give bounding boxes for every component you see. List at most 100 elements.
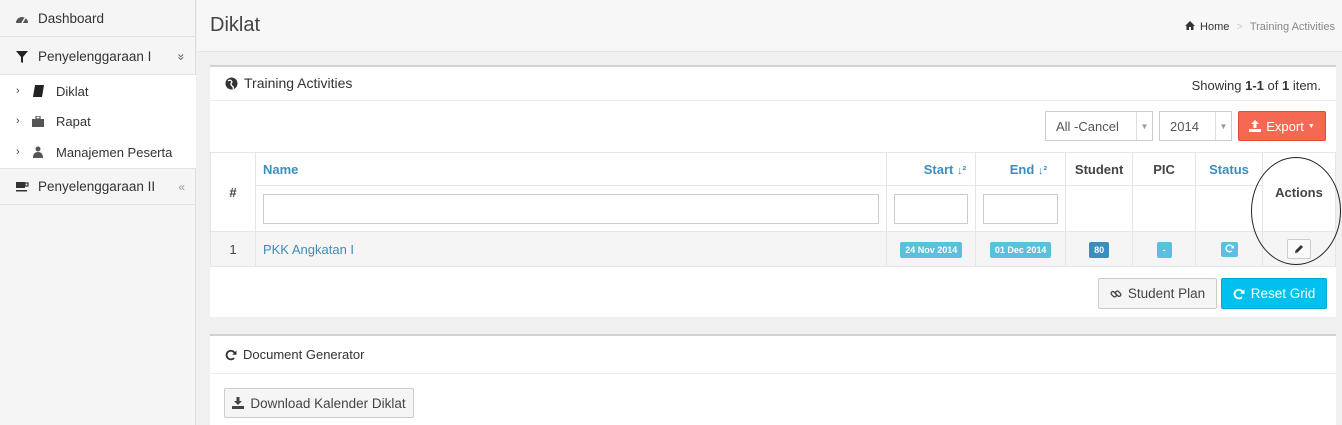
chevron-right-icon: › xyxy=(16,115,20,127)
sidebar-item-label: Dashboard xyxy=(38,11,105,26)
cell-num: 1 xyxy=(210,231,256,267)
refresh-icon xyxy=(1224,244,1234,253)
table-row: 1 PKK Angkatan I 24 Nov 2014 01 Dec 2014… xyxy=(210,231,1337,267)
cell-actions xyxy=(1261,231,1337,267)
breadcrumb-current: Training Activities xyxy=(1249,21,1335,33)
sort-asc-icon: ↓² xyxy=(1037,164,1048,177)
chevron-right-icon: › xyxy=(16,146,20,158)
sidebar-item-label: Diklat xyxy=(56,83,89,99)
link-icon xyxy=(1110,288,1122,300)
cell-status xyxy=(1195,231,1263,267)
chevron-right-icon: › xyxy=(16,85,20,97)
training-activities-box: Training Activities Showing 1-1 of 1 ite… xyxy=(210,65,1337,317)
sidebar-item-rapat[interactable]: › Rapat xyxy=(0,106,196,136)
sidebar-group-label: Penyelenggaraan II xyxy=(38,179,156,194)
page-title: Diklat xyxy=(210,14,261,36)
sidebar-item-label: Rapat xyxy=(56,113,91,129)
col-header-name-label: Name xyxy=(262,161,299,177)
summary-of: of xyxy=(1263,78,1282,93)
col-header-start-label: Start xyxy=(923,161,954,177)
sidebar-item-label: Manajemen Peserta xyxy=(56,144,173,160)
name-filter-input[interactable] xyxy=(262,193,880,224)
refresh-icon xyxy=(1233,288,1245,300)
sidebar-group-penyelenggaraan-1[interactable]: Penyelenggaraan I » xyxy=(0,39,196,75)
filter-icon xyxy=(15,50,29,64)
col-header-end-label: End xyxy=(1009,161,1035,177)
sidebar: Dashboard Penyelenggaraan I » › Diklat ›… xyxy=(0,0,196,425)
filter-cell-pic xyxy=(1132,185,1197,232)
breadcrumb-home[interactable]: Home xyxy=(1200,21,1229,33)
summary-suffix: item. xyxy=(1289,78,1321,93)
year-filter-select[interactable]: 2014 ▼ xyxy=(1159,111,1232,141)
cell-student: 80 xyxy=(1065,231,1134,267)
dashboard-icon xyxy=(15,12,29,26)
col-header-student: Student xyxy=(1065,152,1134,186)
book-icon xyxy=(32,85,44,97)
edit-button[interactable] xyxy=(1286,239,1311,259)
col-header-end[interactable]: End ↓² xyxy=(975,152,1067,186)
pencil-icon xyxy=(1294,245,1303,253)
cell-end: 01 Dec 2014 xyxy=(975,231,1067,267)
activity-name-link[interactable]: PKK Angkatan I xyxy=(263,242,354,257)
caret-down-icon: ▼ xyxy=(1215,112,1231,140)
sidebar-group-label: Penyelenggaraan I xyxy=(38,49,152,64)
export-button[interactable]: Export ▼ xyxy=(1238,111,1326,141)
status-filter-value: All -Cancel xyxy=(1056,119,1119,134)
caret-down-icon: ▼ xyxy=(1307,122,1315,130)
activities-table: # Name Start ↓² End ↓² Student PIC Statu… xyxy=(210,152,1337,267)
refresh-status-button[interactable] xyxy=(1220,242,1238,257)
cell-name: PKK Angkatan I xyxy=(254,231,888,267)
breadcrumb-separator: > xyxy=(1236,21,1243,33)
filter-cell-start xyxy=(886,185,977,232)
box-title: Document Generator xyxy=(225,347,364,362)
pic-badge[interactable]: - xyxy=(1156,241,1172,258)
download-label: Download Kalender Diklat xyxy=(250,395,406,411)
box-header: Training Activities Showing 1-1 of 1 ite… xyxy=(210,67,1336,101)
sidebar-group-penyelenggaraan-2[interactable]: Penyelenggaraan II « xyxy=(0,169,196,205)
start-filter-input[interactable] xyxy=(894,193,969,224)
sidebar-item-dashboard[interactable]: Dashboard xyxy=(0,1,196,37)
export-icon xyxy=(1249,120,1262,132)
year-filter-value: 2014 xyxy=(1170,119,1199,134)
document-generator-box: Document Generator Download Kalender Dik… xyxy=(210,334,1336,425)
box-title-text: Training Activities xyxy=(244,75,353,91)
col-header-actions: Actions xyxy=(1261,152,1337,232)
cell-start: 24 Nov 2014 xyxy=(886,231,977,267)
chevron-double-left-icon[interactable]: « xyxy=(178,180,185,194)
filter-cell-name xyxy=(254,185,888,232)
box-header: Document Generator xyxy=(210,336,1336,374)
col-header-status[interactable]: Status xyxy=(1195,152,1263,186)
download-kalender-button[interactable]: Download Kalender Diklat xyxy=(224,388,414,418)
caret-down-icon: ▼ xyxy=(1136,112,1152,140)
col-header-name[interactable]: Name xyxy=(254,152,888,186)
sidebar-item-manajemen-peserta[interactable]: › Manajemen Peserta xyxy=(0,137,196,167)
status-filter-select[interactable]: All -Cancel ▼ xyxy=(1045,111,1153,141)
end-date-badge: 01 Dec 2014 xyxy=(989,241,1052,258)
cell-pic: - xyxy=(1132,231,1197,267)
student-plan-label: Student Plan xyxy=(1127,286,1206,301)
users-icon xyxy=(32,146,44,158)
home-icon xyxy=(1185,21,1196,33)
col-header-start[interactable]: Start ↓² xyxy=(886,152,977,186)
end-filter-input[interactable] xyxy=(983,193,1059,224)
refresh-icon xyxy=(225,349,237,361)
summary-range: 1-1 xyxy=(1245,78,1264,93)
sidebar-item-diklat[interactable]: › Diklat xyxy=(0,76,196,106)
student-count-badge[interactable]: 80 xyxy=(1089,241,1110,258)
box-title: Training Activities xyxy=(225,75,352,91)
download-icon xyxy=(232,397,245,409)
page-header: Diklat Home > Training Activities xyxy=(197,0,1342,52)
sort-asc-icon: ↓² xyxy=(957,164,967,177)
briefcase-icon xyxy=(32,115,44,127)
grid-summary: Showing 1-1 of 1 item. xyxy=(1192,78,1321,93)
box-title-text: Document Generator xyxy=(243,347,365,362)
filter-cell-status xyxy=(1195,185,1263,232)
globe-icon xyxy=(225,77,238,90)
reset-grid-button[interactable]: Reset Grid xyxy=(1221,278,1327,309)
summary-prefix: Showing xyxy=(1191,78,1246,93)
chevron-double-down-icon[interactable]: » xyxy=(175,53,189,60)
col-header-pic: PIC xyxy=(1132,152,1197,186)
col-header-status-label: Status xyxy=(1209,161,1249,177)
student-plan-button[interactable]: Student Plan xyxy=(1098,278,1217,309)
start-date-badge: 24 Nov 2014 xyxy=(900,241,963,258)
